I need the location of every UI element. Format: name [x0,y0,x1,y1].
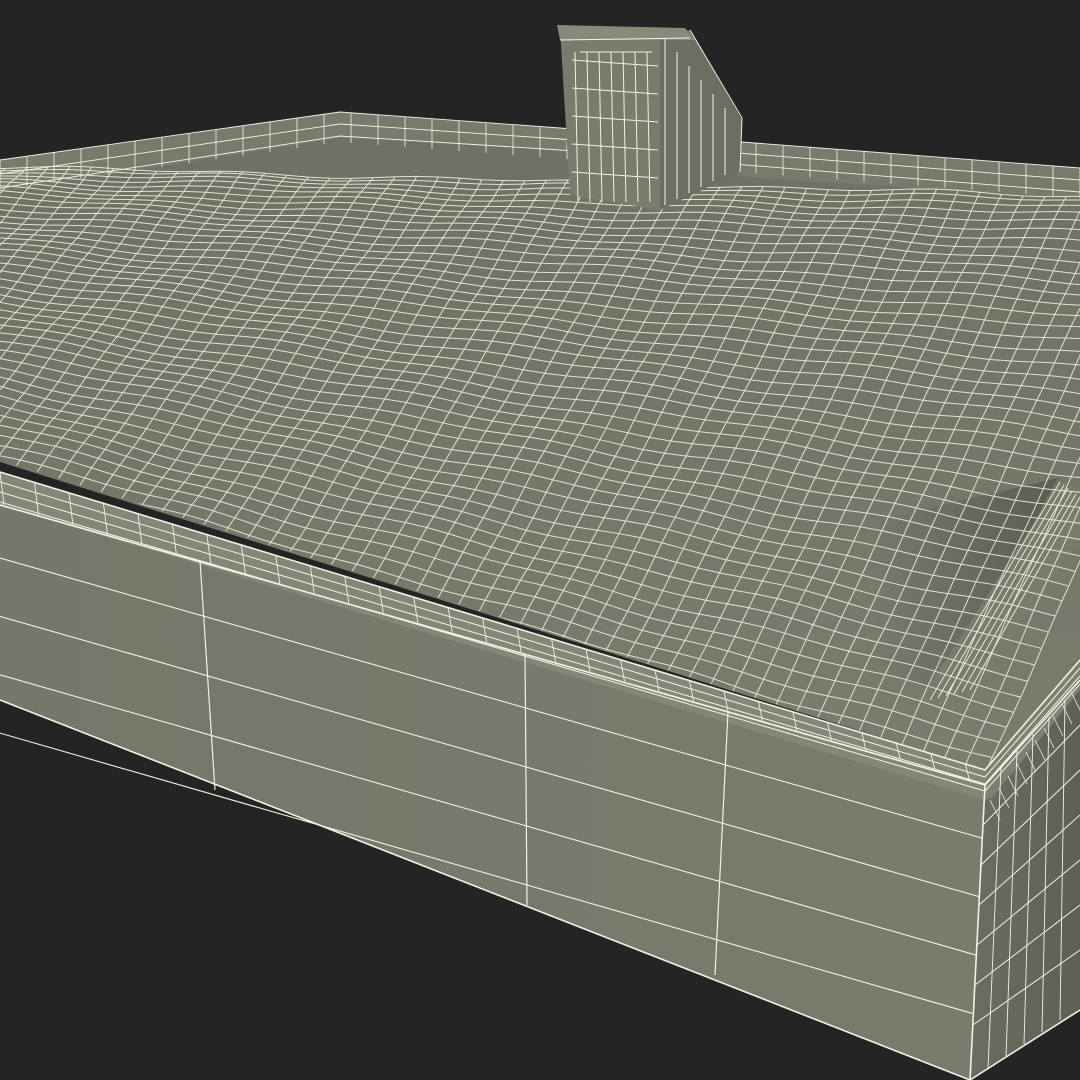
wireframe-render [0,25,1080,1080]
roof-access-hatch [557,25,743,210]
3d-viewport[interactable] [0,0,1080,1080]
